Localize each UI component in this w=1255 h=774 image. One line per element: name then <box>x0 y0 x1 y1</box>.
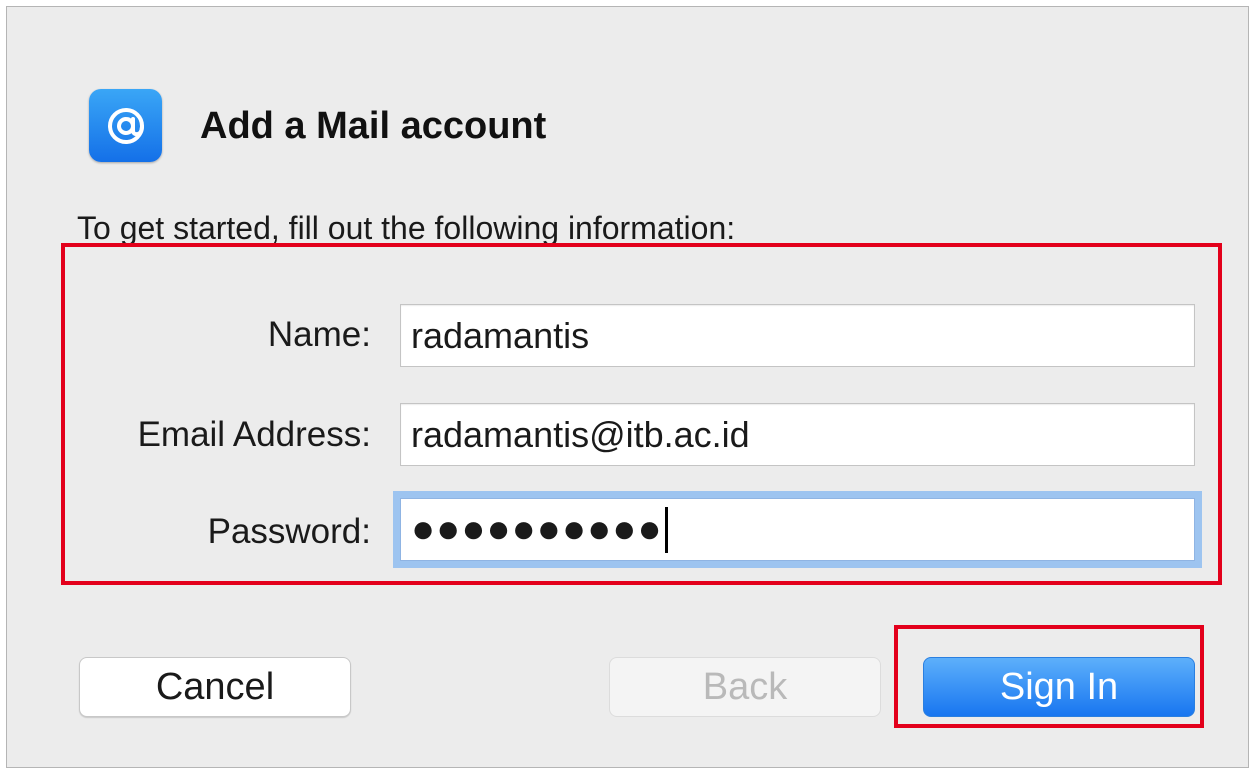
form-highlight-box <box>61 243 1222 585</box>
back-button[interactable]: Back <box>609 657 881 717</box>
sign-in-highlight-box <box>894 625 1204 728</box>
dialog-title: Add a Mail account <box>200 105 547 147</box>
intro-text: To get started, fill out the following i… <box>77 210 736 246</box>
cancel-button[interactable]: Cancel <box>79 657 351 717</box>
at-sign-icon <box>89 89 162 162</box>
